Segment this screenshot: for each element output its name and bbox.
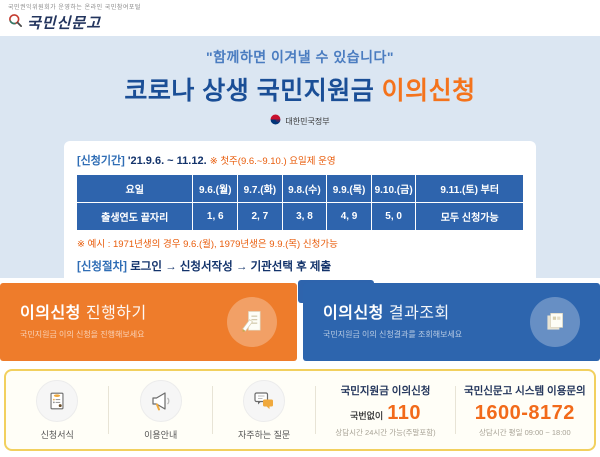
page: 국민권익위원회가 운영하는 온라인 국민참여포털 국민신문고 "함께하면 이겨낼… (0, 0, 600, 457)
objection-apply-card[interactable]: 이의신청 진행하기 국민지원금 이의 신청을 진행해보세요 (0, 283, 297, 361)
procedure-value: 로그인 → 신청서작성 → 기관선택 후 제출 (130, 261, 331, 273)
contact-number-row: 1600-8172 (475, 402, 575, 425)
table-cell: 5, 0 (371, 203, 416, 231)
application-procedure: [신청절차] 로그인 → 신청서작성 → 기관선택 후 제출 (77, 258, 523, 274)
quick-link-forms[interactable]: 신청서식 (6, 380, 108, 441)
megaphone-icon (140, 380, 182, 422)
table-cell: 9.10.(금) (371, 175, 416, 203)
contact-system: 국민신문고 시스템 이용문의 1600-8172 상담시간 평일 09:00 ~… (456, 383, 594, 438)
site-header: 국민권익위원회가 운영하는 온라인 국민참여포털 국민신문고 (0, 0, 600, 36)
period-value: '21.9.6. ~ 11.12. (128, 155, 207, 167)
table-cell: 출생연도 끝자리 (77, 203, 193, 231)
banner-quote: "함께하면 이겨낼 수 있습니다" (0, 47, 600, 67)
contact-phone-number: 110 (387, 402, 421, 425)
contact-title: 국민신문고 시스템 이용문의 (464, 383, 586, 398)
government-label: 대한민국정부 (285, 116, 329, 127)
site-logo[interactable]: 국민신문고 (8, 12, 600, 33)
contact-objection: 국민지원금 이의신청 국번없이 110 상담시간 24시간 가능(주말포함) (316, 383, 454, 438)
period-note: ※ 첫주(9.6.~9.10.) 요일제 운영 (210, 156, 336, 167)
quick-links-bar: 신청서식 이용안내 (4, 369, 596, 451)
period-label: [신청기간] (77, 155, 125, 167)
main-banner: "함께하면 이겨낼 수 있습니다" 코로나 상생 국민지원금 이의신청 대한민국… (0, 36, 600, 278)
page-title: 코로나 상생 국민지원금 이의신청 (0, 71, 600, 107)
site-tagline: 국민권익위원회가 운영하는 온라인 국민참여포털 (8, 2, 600, 11)
table-cell: 요일 (77, 175, 193, 203)
magnifier-taegeuk-icon (8, 13, 23, 33)
documents-stack-icon (530, 297, 580, 347)
site-logo-text: 국민신문고 (27, 12, 101, 33)
quick-link-label: 이용안내 (144, 428, 177, 441)
table-cell: 9.7.(화) (238, 175, 283, 203)
table-row-days: 요일 9.6.(월) 9.7.(화) 9.8.(수) 9.9.(목) 9.10.… (77, 175, 523, 203)
government-brand: 대한민국정부 (0, 112, 600, 130)
quick-link-label: 신청서식 (41, 428, 74, 441)
contact-number-row: 국번없이 110 (350, 402, 421, 425)
table-cell: 4, 9 (327, 203, 372, 231)
card-title-rest: 결과조회 (389, 305, 450, 322)
table-cell: 모두 신청가능 (416, 203, 523, 231)
table-cell: 3, 8 (282, 203, 327, 231)
contact-hours: 상담시간 평일 09:00 ~ 18:00 (479, 427, 571, 438)
quick-link-guide[interactable]: 이용안내 (109, 380, 211, 441)
card-title-rest: 진행하기 (86, 305, 147, 322)
table-cell: 2, 7 (238, 203, 283, 231)
table-cell: 9.6.(월) (193, 175, 238, 203)
page-title-main: 코로나 상생 국민지원금 (124, 77, 374, 105)
card-title-bold: 이의신청 (20, 305, 81, 322)
weekday-schedule-table: 요일 9.6.(월) 9.7.(화) 9.8.(수) 9.9.(목) 9.10.… (77, 175, 523, 230)
quick-link-faq[interactable]: 자주하는 질문 (213, 380, 315, 441)
table-cell: 9.8.(수) (282, 175, 327, 203)
contact-hours: 상담시간 24시간 가능(주말포함) (335, 427, 435, 438)
contact-phone-number: 1600-8172 (475, 402, 575, 425)
procedure-label: [신청절차] (77, 261, 127, 273)
contact-title: 국민지원금 이의신청 (341, 383, 431, 398)
table-cell: 1, 6 (193, 203, 238, 231)
taegeuk-icon (270, 112, 281, 130)
speech-bubbles-icon (243, 380, 285, 422)
page-title-accent: 이의신청 (382, 77, 476, 105)
document-pencil-icon (227, 297, 277, 347)
contact-prefix: 국번없이 (350, 409, 383, 422)
application-period: [신청기간] '21.9.6. ~ 11.12. ※ 첫주(9.6.~9.10.… (77, 152, 523, 168)
quick-link-label: 자주하는 질문 (238, 428, 290, 441)
card-title-bold: 이의신청 (323, 305, 384, 322)
table-cell: 9.11.(토) 부터 (416, 175, 523, 203)
form-icon (36, 380, 78, 422)
table-cell: 9.9.(목) (327, 175, 372, 203)
table-row-birthyears: 출생연도 끝자리 1, 6 2, 7 3, 8 4, 9 5, 0 모두 신청가… (77, 203, 523, 231)
example-note: ※ 예시 : 1971년생의 경우 9.6.(월), 1979년생은 9.9.(… (77, 236, 523, 250)
objection-result-card[interactable]: 이의신청 결과조회 국민지원금 이의 신청결과를 조회해보세요 (303, 283, 600, 361)
